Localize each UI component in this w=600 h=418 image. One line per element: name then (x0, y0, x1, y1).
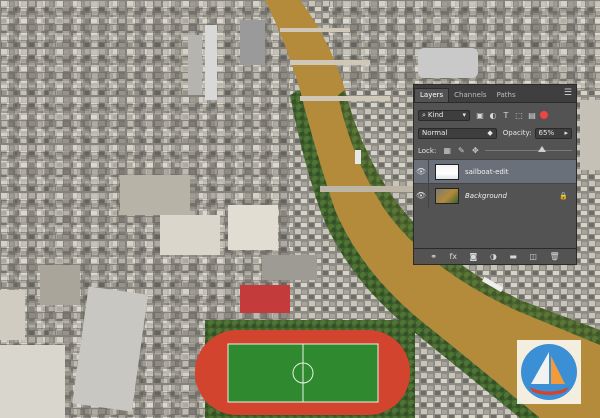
tab-layers[interactable]: Layers (414, 88, 450, 102)
layers-bottom-toolbar: ⚭ fx ◙ ◑ ▬ ◫ 🗑 (414, 248, 576, 264)
layers-empty-area (414, 207, 576, 254)
layer-thumbnail (435, 187, 459, 204)
layer-name[interactable]: sailboat-edit (465, 168, 576, 176)
blend-mode-select[interactable]: Normal ◆ (418, 127, 497, 139)
tab-channels[interactable]: Channels (449, 89, 491, 102)
blend-row: Normal ◆ Opacity: 65% ▸ (414, 124, 576, 142)
eye-icon[interactable]: 👁 (414, 159, 429, 184)
sailboat-logo (517, 340, 581, 404)
adjustment-filter-icon[interactable]: ◐ (489, 111, 497, 120)
chevron-right-icon: ▸ (564, 128, 568, 137)
image-filter-icon[interactable]: ▣ (476, 111, 484, 120)
filter-toggle[interactable] (540, 111, 548, 119)
lock-row: Lock: ▦ ✎ ✥ (414, 142, 576, 159)
new-layer-icon[interactable]: ◫ (529, 252, 537, 261)
blend-mode-value: Normal (422, 128, 448, 137)
eye-icon[interactable]: 👁 (414, 183, 429, 208)
slider-track (485, 150, 572, 151)
shape-filter-icon[interactable]: ⬚ (515, 111, 523, 120)
opacity-field[interactable]: 65% ▸ (534, 127, 572, 139)
lock-label: Lock: (418, 146, 437, 155)
smart-object-filter-icon[interactable]: ▤ (528, 111, 536, 120)
adjustment-icon[interactable]: ◑ (490, 252, 497, 261)
opacity-label: Opacity: (502, 129, 532, 137)
lock-icon: 🔒 (559, 191, 568, 200)
slider-thumb[interactable] (537, 146, 546, 152)
layer-name[interactable]: Background (465, 192, 559, 200)
layer-row-background[interactable]: 👁 Background 🔒 (414, 183, 576, 208)
panel-tabs: Layers Channels Paths ☰ (414, 85, 576, 103)
layers-panel: Layers Channels Paths ☰ ⌕ Kind ▾ ▣ ◐ T ⬚… (413, 84, 577, 265)
link-icon[interactable]: ⚭ (430, 252, 437, 261)
filter-icons: ▣ ◐ T ⬚ ▤ (476, 111, 536, 120)
chevron-down-icon: ▾ (462, 110, 466, 119)
lock-transparent-icon[interactable]: ▦ (443, 146, 452, 155)
chevron-down-icon: ◆ (487, 128, 493, 137)
type-filter-icon[interactable]: T (502, 111, 510, 120)
filter-kind-value: Kind (427, 110, 444, 119)
trash-icon[interactable]: 🗑 (549, 252, 559, 261)
filter-row: ⌕ Kind ▾ ▣ ◐ T ⬚ ▤ (414, 106, 576, 124)
fx-icon[interactable]: fx (449, 252, 457, 261)
lock-position-icon[interactable]: ✥ (471, 146, 479, 155)
layer-thumbnail (435, 163, 459, 180)
folder-icon[interactable]: ▬ (509, 252, 517, 261)
filter-kind-select[interactable]: ⌕ Kind ▾ (418, 109, 470, 121)
mask-icon[interactable]: ◙ (470, 252, 478, 261)
search-icon: ⌕ (422, 110, 426, 119)
lock-icons: ▦ ✎ ✥ (443, 146, 479, 155)
opacity-value: 65% (538, 128, 555, 137)
panel-menu-icon[interactable]: ☰ (564, 88, 572, 98)
opacity-slider[interactable] (485, 145, 572, 156)
tab-paths[interactable]: Paths (492, 89, 521, 102)
layer-row-sailboat-edit[interactable]: 👁 sailboat-edit (414, 159, 576, 184)
lock-image-icon[interactable]: ✎ (457, 146, 465, 155)
